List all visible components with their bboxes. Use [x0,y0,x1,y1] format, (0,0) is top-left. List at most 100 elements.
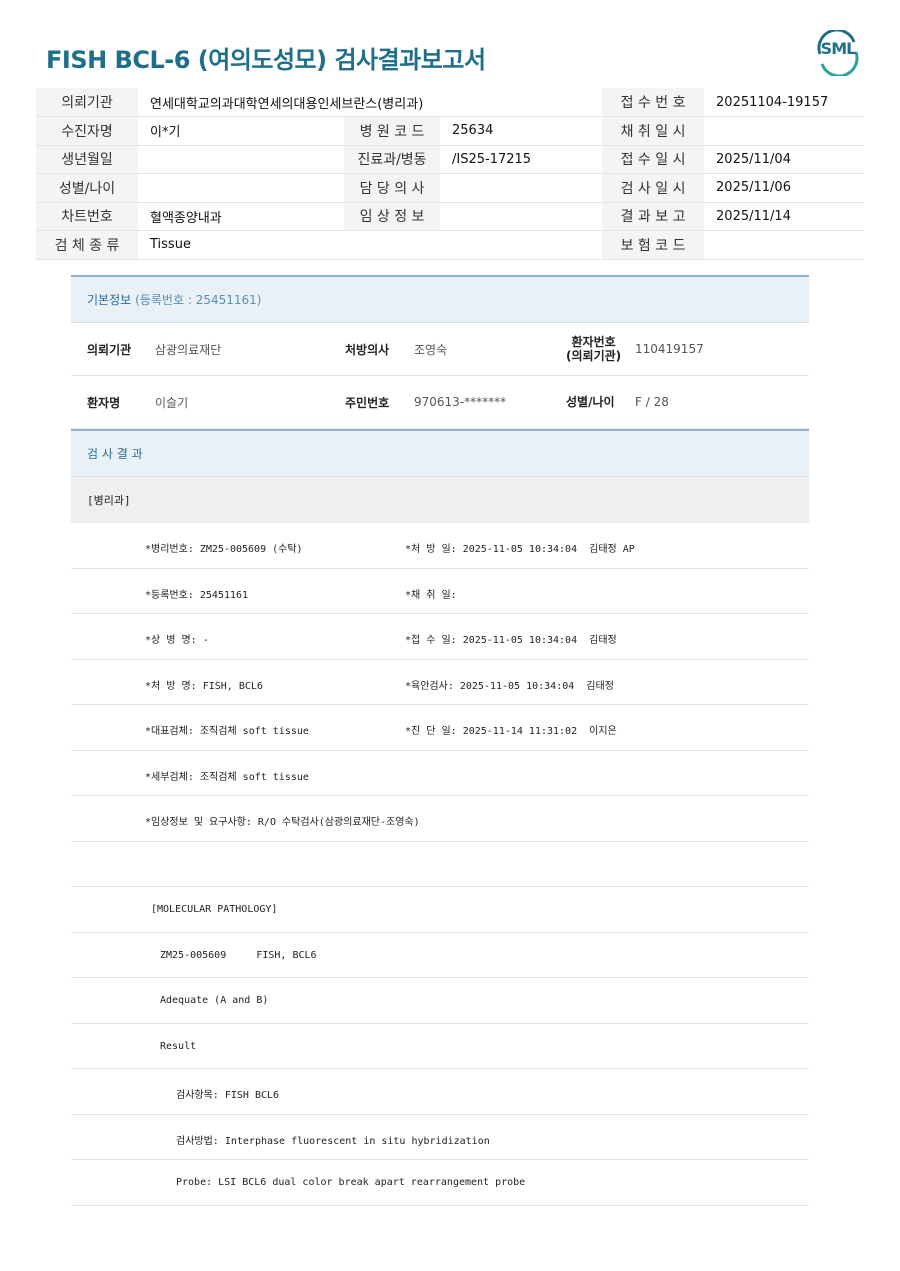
result-line: *세부검체: 조직검체 soft tissue [71,751,809,796]
adequacy-line: Adequate (A and B) [160,995,269,1006]
logo-text: SML [820,39,857,58]
header-value: Tissue [138,230,603,260]
result-field: *대표검체: 조직검체 soft tissue [145,726,309,737]
case-line: ZM25-005609 FISH, BCL6 [160,949,317,961]
result-field: *등록번호: 25451161 [145,589,249,601]
result-field: *채 취 일: [405,589,457,601]
header-label: 검 사 일 시 [602,173,705,203]
header-value: 2025/11/06 [704,173,865,203]
header-value: 2025/11/14 [704,202,865,231]
molecular-heading: [MOLECULAR PATHOLOGY] [151,904,278,915]
header-value [704,230,865,260]
molecular-line: Result [71,1024,809,1069]
header-label: 진료과/병동 [344,145,440,174]
header-value [704,116,865,146]
probe-line: Probe: LSI BCL6 dual color break apart r… [176,1177,526,1188]
header-value: /IS25-17215 [440,145,603,174]
report-panel: 기본정보 (등록번호 : 25451161) 의뢰기관 삼광의료재단 처방의사 … [71,275,809,1206]
molecular-line: 검사항목: FISH BCL6 [71,1069,809,1115]
header-row: 의뢰기관 연세대학교의과대학연세의대용인세브란스(병리과) 접 수 번 호 20… [36,88,865,117]
header-value: 25634 [440,116,603,146]
department-row: [병리과] [71,477,809,523]
header-value [440,202,603,231]
header-label: 생년월일 [36,145,138,174]
basic-info-title: 기본정보 [87,293,132,307]
header-value: 20251104-19157 [704,88,865,117]
header-value: 연세대학교의과대학연세의대용인세브란스(병리과) [138,88,603,117]
page-title: FISH BCL-6 (여의도성모) 검사결과보고서 [46,46,486,74]
header-value [138,173,344,203]
header-label: 차트번호 [36,202,138,231]
result-field: *처 방 명: FISH, BCL6 [145,680,263,692]
header-label: 채 취 일 시 [602,116,705,146]
header-row: 검 체 종 류 Tissue 보 험 코 드 [36,230,865,260]
header-label: 검 체 종 류 [36,230,138,260]
field-label: 의뢰기관 [87,342,132,357]
header-row: 생년월일 진료과/병동 /IS25-17215 접 수 일 시 2025/11/… [36,145,865,174]
field-value: 970613-******* [414,395,507,409]
result-line: *임상정보 및 요구사항: R/O 수탁검사(삼광의료재단-조영숙) [71,796,809,842]
header-row: 성별/나이 담 당 의 사 검 사 일 시 2025/11/06 [36,173,865,203]
header-label: 보 험 코 드 [602,230,705,260]
result-field: *상 병 명: - [145,635,209,646]
molecular-line: Probe: LSI BCL6 dual color break apart r… [71,1160,809,1206]
test-item-line: 검사항목: FISH BCL6 [176,1090,280,1101]
header-label: 성별/나이 [36,173,138,203]
molecular-line: ZM25-005609 FISH, BCL6 [71,933,809,978]
field-label: 주민번호 [345,395,390,410]
field-label: 처방의사 [345,342,390,357]
test-method-line: 검사방법: Interphase fluorescent in situ hyb… [176,1135,490,1147]
result-field: *육안검사: 2025-11-05 10:34:04 김태정 [405,680,614,692]
header-info-table: 의뢰기관 연세대학교의과대학연세의대용인세브란스(병리과) 접 수 번 호 20… [36,88,865,260]
sml-logo: SML [814,28,862,78]
result-field: *병리번호: ZM25-005609 (수탁) [145,544,303,555]
result-field: *접 수 일: 2025-11-05 10:34:04 김태정 [405,635,617,646]
header-row: 수진자명 이*기 병 원 코 드 25634 채 취 일 시 [36,116,865,146]
header-label: 결 과 보 고 [602,202,705,231]
header-row: 차트번호 혈액종양내과 임 상 정 보 결 과 보 고 2025/11/14 [36,202,865,231]
field-label: 환자명 [87,395,121,410]
field-value: 조영숙 [414,342,448,357]
header-label: 접 수 일 시 [602,145,705,174]
result-line: *병리번호: ZM25-005609 (수탁) *처 방 일: 2025-11-… [71,523,809,569]
blank-line [71,842,809,887]
field-label: 성별/나이 [566,395,615,409]
result-field: *임상정보 및 요구사항: R/O 수탁검사(삼광의료재단-조영숙) [145,817,420,828]
result-label: Result [160,1040,197,1052]
result-field: *처 방 일: 2025-11-05 10:34:04 김태정 AP [405,544,635,555]
basic-info-row: 환자명 이슬기 주민번호 970613-******* 성별/나이 F / 28 [71,376,809,429]
basic-info-row: 의뢰기관 삼광의료재단 처방의사 조영숙 환자번호 (의뢰기관) 1104191… [71,323,809,376]
field-value: 110419157 [635,342,704,356]
header-label: 접 수 번 호 [602,88,705,117]
molecular-line: Adequate (A and B) [71,978,809,1024]
field-label: 환자번호 (의뢰기관) [566,335,621,363]
field-value: 이슬기 [155,395,189,410]
field-label-line: 환자번호 [571,335,616,349]
result-field: *세부검체: 조직검체 soft tissue [145,771,309,783]
result-line: *처 방 명: FISH, BCL6 *육안검사: 2025-11-05 10:… [71,660,809,705]
molecular-heading-row: [MOLECULAR PATHOLOGY] [71,887,809,933]
result-line: *등록번호: 25451161 *채 취 일: [71,569,809,614]
department-label: [병리과] [87,493,131,507]
header-value [138,145,344,174]
header-value: 2025/11/04 [704,145,865,174]
header-label: 수진자명 [36,116,138,146]
header-value: 이*기 [138,116,344,146]
result-line: *대표검체: 조직검체 soft tissue *진 단 일: 2025-11-… [71,705,809,751]
results-title: 검 사 결 과 [87,447,143,461]
header-label: 병 원 코 드 [344,116,440,146]
field-label-line: (의뢰기관) [566,349,622,363]
molecular-line: 검사방법: Interphase fluorescent in situ hyb… [71,1115,809,1160]
result-field: *진 단 일: 2025-11-14 11:31:02 이지은 [405,726,617,737]
header-label: 의뢰기관 [36,88,138,117]
header-label: 담 당 의 사 [344,173,440,203]
header-value: 혈액종양내과 [138,202,344,231]
results-heading: 검 사 결 과 [71,429,809,477]
registration-number: (등록번호 : 25451161) [135,293,262,307]
result-line: *상 병 명: - *접 수 일: 2025-11-05 10:34:04 김태… [71,614,809,660]
basic-info-heading: 기본정보 (등록번호 : 25451161) [71,275,809,323]
field-value: F / 28 [635,395,669,409]
header-value [440,173,603,203]
header-label: 임 상 정 보 [344,202,440,231]
field-value: 삼광의료재단 [155,342,222,357]
